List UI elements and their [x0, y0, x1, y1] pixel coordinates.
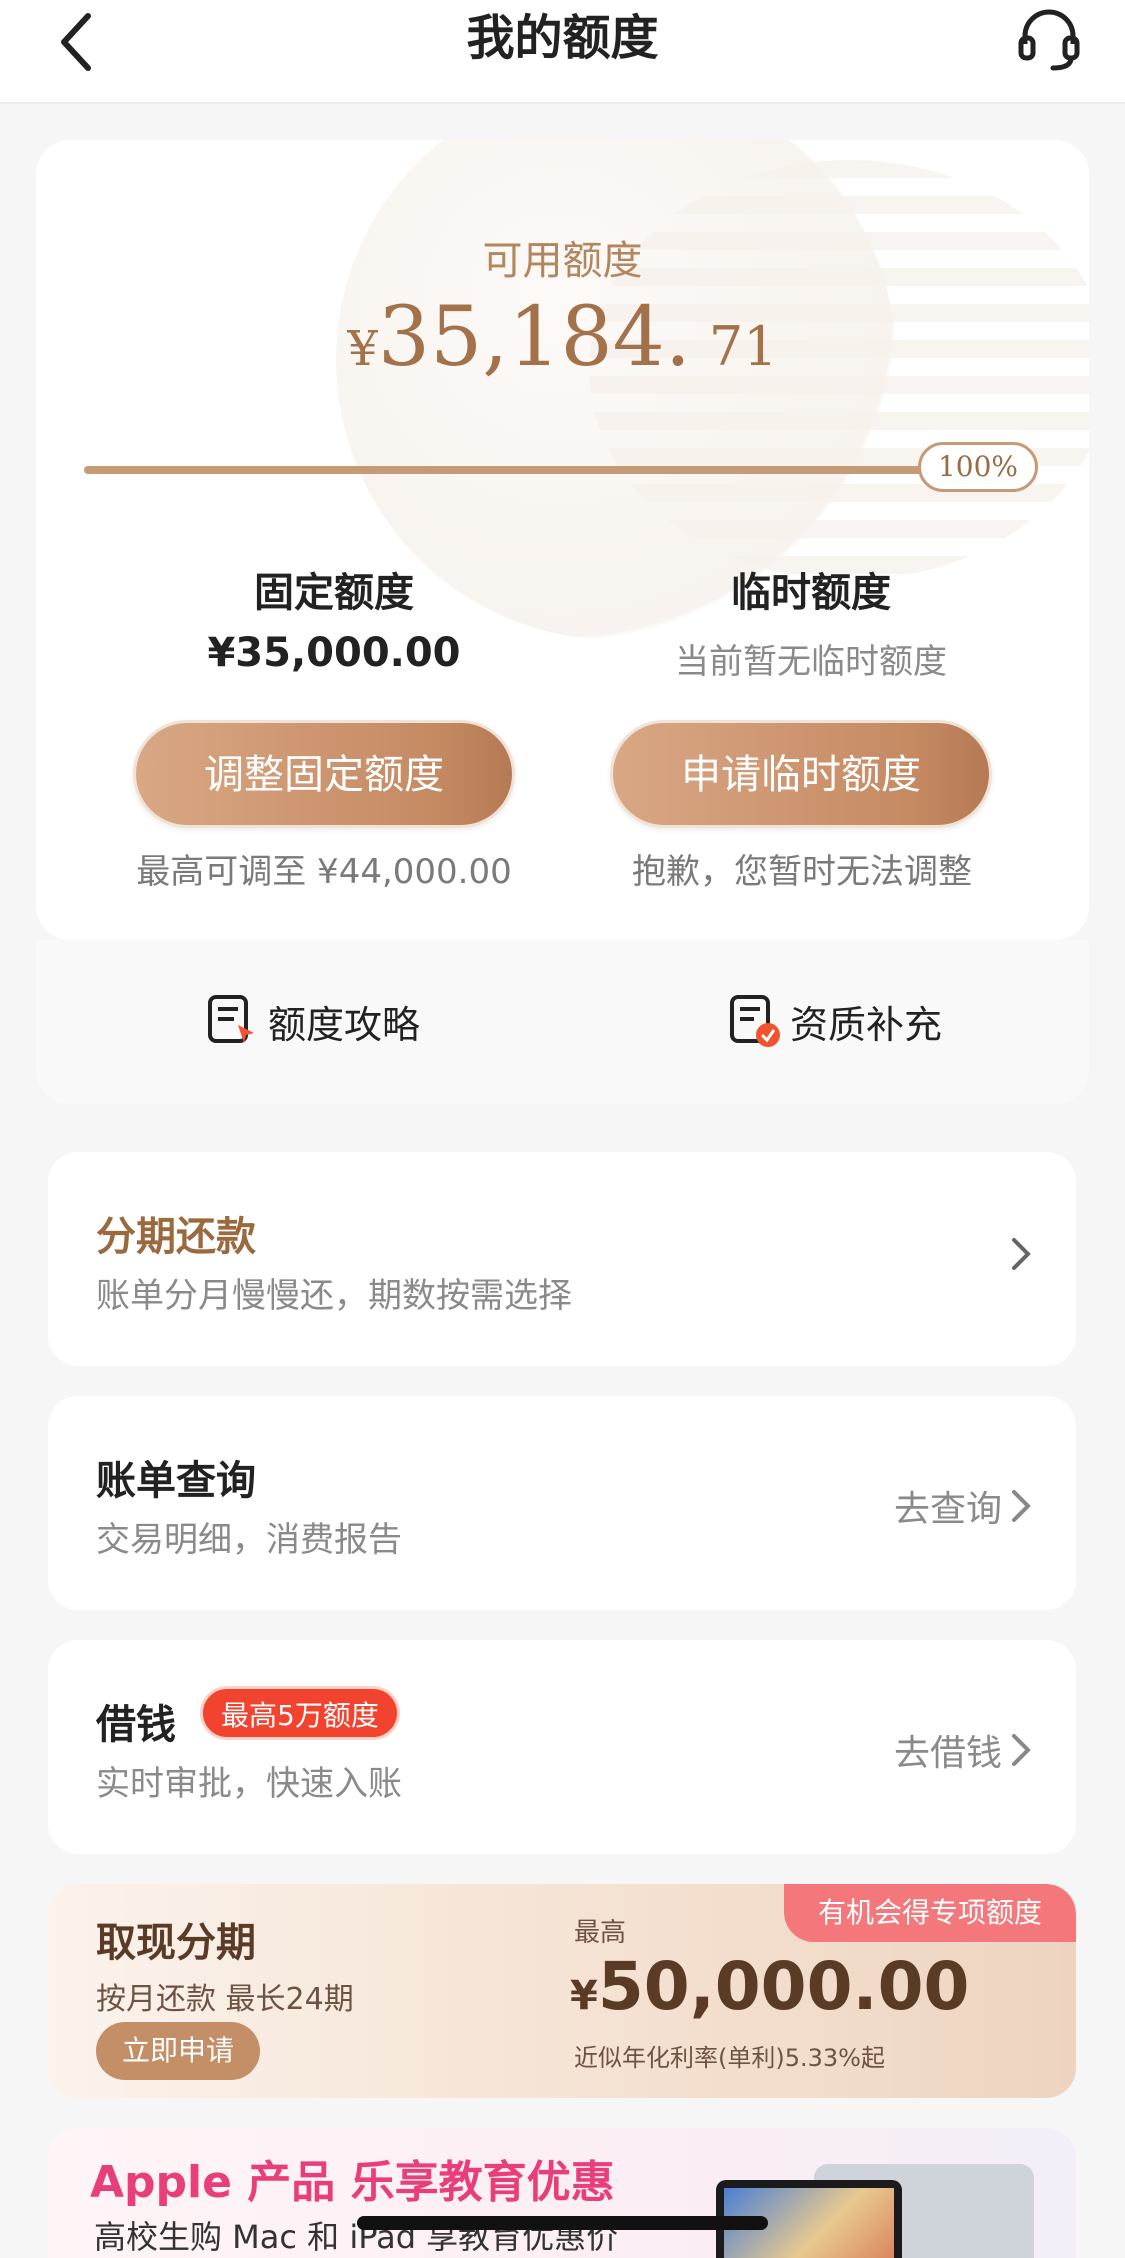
guide-doc-icon: [208, 995, 254, 1043]
chevron-right-icon: [1012, 1734, 1031, 1766]
limit-guide-link[interactable]: 额度攻略: [204, 986, 420, 1056]
fixed-limit-value: ¥35,000.00: [207, 630, 461, 676]
borrow-action-label: 去借钱: [893, 1733, 1002, 1774]
customer-service-button[interactable]: [1013, 4, 1085, 76]
available-limit-amount: ¥35,184. 71: [36, 290, 1089, 385]
apple-banner-title: Apple 产品 乐享教育优惠: [90, 2157, 615, 2208]
temp-limit-section: 临时额度 当前暂无临时额度: [601, 560, 1021, 683]
qualification-doc-icon: [730, 995, 780, 1047]
currency-symbol: ¥: [570, 1973, 598, 2019]
adjust-fixed-limit-button[interactable]: 调整固定额度: [133, 720, 515, 828]
apple-education-banner[interactable]: Apple 产品 乐享教育优惠 高校生购 Mac 和 iPad 享教育优惠价: [48, 2128, 1076, 2258]
quick-links-bar: 额度攻略 资质补充: [36, 940, 1089, 1104]
cash-amount-value: 50,000.00: [597, 1948, 970, 2025]
progress-percent-badge: 100%: [918, 442, 1038, 492]
bill-query-title: 账单查询: [96, 1458, 256, 1504]
borrow-limit-badge: 最高5万额度: [200, 1686, 400, 1740]
chevron-right-icon: [1012, 1238, 1031, 1270]
bill-query-card[interactable]: 账单查询 交易明细，消费报告 去查询: [48, 1396, 1076, 1610]
fixed-limit-hint: 最高可调至 ¥44,000.00: [136, 852, 512, 892]
credit-limit-card: 可用额度 ¥35,184. 71 100% 固定额度 ¥35,000.00 临时额…: [36, 140, 1089, 940]
installment-subtitle: 账单分月慢慢还，期数按需选择: [96, 1276, 572, 1316]
bill-query-subtitle: 交易明细，消费报告: [96, 1520, 402, 1560]
cash-interest-rate: 近似年化利率(单利)5.33%起: [574, 2044, 885, 2072]
home-indicator: [357, 2216, 768, 2230]
page-title: 我的额度: [466, 10, 659, 66]
cash-installment-card[interactable]: 取现分期 按月还款 最长24期 立即申请 最高 ¥50,000.00 近似年化利…: [48, 1884, 1076, 2098]
limit-guide-label: 额度攻略: [268, 1002, 421, 1047]
currency-symbol: ¥: [347, 321, 378, 377]
qualification-link[interactable]: 资质补充: [726, 986, 942, 1056]
bill-query-action[interactable]: 去查询: [894, 1480, 1032, 1532]
progress-fill: [84, 466, 964, 474]
top-nav-bar: 我的额度: [0, 0, 1125, 104]
installment-title: 分期还款: [96, 1214, 256, 1260]
cash-max-amount: ¥50,000.00: [570, 1948, 969, 2025]
headset-icon: [1018, 9, 1080, 71]
cash-max-label: 最高: [574, 1918, 627, 1948]
temp-limit-value: 当前暂无临时额度: [675, 642, 947, 682]
apply-temp-limit-button[interactable]: 申请临时额度: [610, 720, 992, 828]
fixed-limit-title: 固定额度: [254, 570, 414, 616]
limit-progress-bar: [84, 466, 964, 474]
special-limit-tag: 有机会得专项额度: [784, 1884, 1076, 1942]
amount-decimal: 71: [708, 315, 778, 378]
chevron-right-icon: [1012, 1490, 1031, 1522]
bill-query-action-label: 去查询: [893, 1489, 1002, 1530]
borrow-title: 借钱: [96, 1702, 176, 1748]
borrow-card[interactable]: 借钱 最高5万额度 实时审批，快速入账 去借钱: [48, 1640, 1076, 1854]
temp-limit-hint: 抱歉，您暂时无法调整: [632, 852, 972, 892]
amount-integer: 35,184.: [377, 290, 691, 385]
fixed-limit-section: 固定额度 ¥35,000.00: [124, 560, 544, 676]
installment-repay-card[interactable]: 分期还款 账单分月慢慢还，期数按需选择: [48, 1152, 1076, 1366]
borrow-action[interactable]: 去借钱: [894, 1724, 1032, 1776]
available-limit-label: 可用额度: [482, 238, 643, 284]
qualification-label: 资质补充: [790, 1002, 943, 1047]
borrow-subtitle: 实时审批，快速入账: [96, 1764, 402, 1804]
apply-now-button[interactable]: 立即申请: [96, 2022, 260, 2080]
cash-installment-subtitle: 按月还款 最长24期: [96, 1982, 354, 2017]
cash-installment-title: 取现分期: [96, 1920, 256, 1966]
temp-limit-title: 临时额度: [731, 570, 891, 616]
installment-action: [1002, 1236, 1032, 1272]
